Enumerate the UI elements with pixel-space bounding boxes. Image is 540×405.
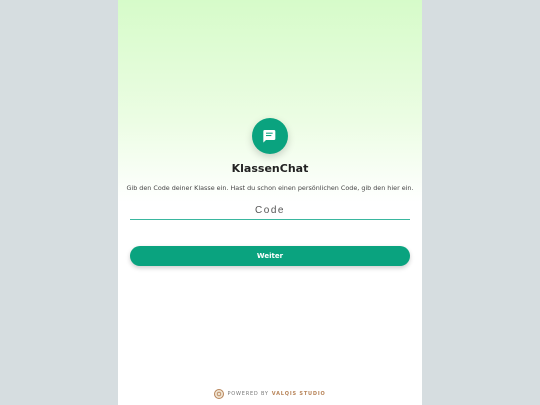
footer: POWERED BY VALQIS STUDIO	[118, 389, 422, 399]
submit-button[interactable]: Weiter	[130, 246, 410, 266]
code-input[interactable]	[130, 201, 410, 220]
instruction-text: Gib den Code deiner Klasse ein. Hast du …	[126, 184, 414, 192]
chat-bubble-icon	[263, 130, 276, 143]
app-title: KlassenChat	[231, 162, 309, 175]
studio-logo-icon	[214, 389, 225, 399]
app-logo	[252, 118, 288, 154]
studio-logo-mark	[217, 391, 222, 397]
login-card: KlassenChat Gib den Code deiner Klasse e…	[118, 0, 422, 405]
powered-by-text: POWERED BY	[227, 391, 269, 397]
studio-name[interactable]: VALQIS STUDIO	[272, 391, 326, 397]
page-background: KlassenChat Gib den Code deiner Klasse e…	[0, 0, 540, 405]
